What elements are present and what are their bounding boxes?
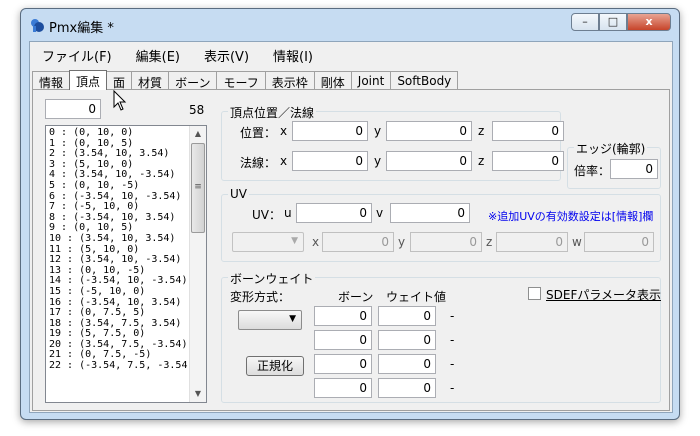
normal-y-label: y xyxy=(374,154,382,168)
app-window: Pmx編集 * – □ x ファイル(F) 編集(E) 表示(V) 情報(I) … xyxy=(20,8,680,420)
normal-x-input[interactable]: 0 xyxy=(292,151,368,171)
scroll-down-icon[interactable]: ▼ xyxy=(190,386,206,402)
ext-w-input: 0 xyxy=(584,232,654,252)
tab-display-frame[interactable]: 表示枠 xyxy=(264,71,315,90)
tab-info[interactable]: 情報 xyxy=(32,71,71,90)
uv-v-input[interactable]: 0 xyxy=(390,203,470,223)
menu-edit[interactable]: 編集(E) xyxy=(124,42,192,66)
vertex-index-input[interactable]: 0 xyxy=(45,99,101,119)
ext-y-label: y xyxy=(398,235,406,249)
tab-softbody[interactable]: SoftBody xyxy=(390,71,459,90)
weight-dash-1: - xyxy=(450,309,455,323)
edge-group: エッジ(輪郭) 倍率： 0 xyxy=(567,140,661,189)
normalize-button[interactable]: 正規化 xyxy=(246,356,304,376)
ext-x-label: x xyxy=(312,235,320,249)
position-x-input[interactable]: 0 xyxy=(292,121,368,141)
weight-dash-2: - xyxy=(450,333,455,347)
tab-strip: 情報 頂点 面 材質 ボーン モーフ 表示枠 剛体 Joint SoftBody xyxy=(32,70,459,90)
bone-index-input-1[interactable]: 0 xyxy=(314,306,372,326)
deform-type-label: 変形方式： xyxy=(230,290,291,304)
uv-v-label: v xyxy=(376,206,384,220)
vertex-list-item[interactable]: 15 : (-5, 10, 0) xyxy=(46,286,206,298)
edge-title: エッジ(輪郭) xyxy=(574,140,648,157)
tab-morph[interactable]: モーフ xyxy=(216,71,266,90)
weight-dash-4: - xyxy=(450,381,455,395)
uv-group: UV UV： u 0 v 0 ※追加UVの有効数設定は[情報]欄 ▼ x 0 y… xyxy=(221,187,661,262)
menu-bar: ファイル(F) 編集(E) 表示(V) 情報(I) xyxy=(30,42,672,66)
uv-title: UV xyxy=(228,187,249,201)
weight-dash-3: - xyxy=(450,357,455,371)
vertex-tab-panel: 0 58 0 : (0, 10, 0) 1 : (0, 10, 5) 2 : (3.… xyxy=(32,89,670,411)
normal-label: 法線： xyxy=(240,156,277,170)
position-z-label: z xyxy=(478,124,485,138)
position-x-label: x xyxy=(280,124,288,138)
sdef-checkbox[interactable] xyxy=(528,287,541,300)
tab-material[interactable]: 材質 xyxy=(131,71,170,90)
position-label: 位置： xyxy=(240,126,277,140)
edge-rate-label: 倍率： xyxy=(574,164,611,178)
title-bar[interactable]: Pmx編集 * – □ x xyxy=(21,9,679,39)
vertex-list-item[interactable]: 22 : (-3.54, 7.5, -3.54) xyxy=(46,360,206,372)
app-icon xyxy=(31,19,44,32)
position-normal-title: 頂点位置／法線 xyxy=(228,104,317,121)
mouse-cursor-icon xyxy=(113,90,127,111)
uv-u-input[interactable]: 0 xyxy=(296,203,372,223)
normal-y-input[interactable]: 0 xyxy=(386,151,472,171)
close-button[interactable]: x xyxy=(627,13,671,31)
weight-input-1[interactable]: 0 xyxy=(378,306,436,326)
menu-view[interactable]: 表示(V) xyxy=(192,42,261,66)
chevron-down-icon: ▼ xyxy=(289,314,296,324)
minimize-button[interactable]: – xyxy=(571,13,599,31)
tab-face[interactable]: 面 xyxy=(106,71,133,90)
edge-rate-input[interactable]: 0 xyxy=(610,159,658,179)
bone-weight-group: ボーンウェイト 変形方式： ボーン ウェイト値 ▼ 正規化 0 0 - 0 0 … xyxy=(221,270,661,403)
additional-uv-select: ▼ xyxy=(232,232,304,252)
weight-input-4[interactable]: 0 xyxy=(378,378,436,398)
ext-y-input: 0 xyxy=(410,232,482,252)
ext-x-input: 0 xyxy=(322,232,394,252)
vertex-list[interactable]: 0 : (0, 10, 0) 1 : (0, 10, 5) 2 : (3.54, 1… xyxy=(45,125,207,403)
bone-index-input-4[interactable]: 0 xyxy=(314,378,372,398)
window-controls: – □ x xyxy=(571,13,671,31)
tab-joint[interactable]: Joint xyxy=(350,71,392,90)
window-title: Pmx編集 * xyxy=(49,21,114,36)
chevron-down-icon: ▼ xyxy=(291,236,298,246)
position-z-input[interactable]: 0 xyxy=(492,121,564,141)
normal-x-label: x xyxy=(280,154,288,168)
vertex-count: 58 xyxy=(189,103,205,117)
tab-bone[interactable]: ボーン xyxy=(168,71,218,90)
position-y-label: y xyxy=(374,124,382,138)
ext-z-input: 0 xyxy=(496,232,568,252)
vertex-list-item[interactable]: 0 : (0, 10, 0) xyxy=(46,127,206,139)
sdef-label[interactable]: SDEFパラメータ表示 xyxy=(546,286,661,303)
position-normal-group: 頂点位置／法線 位置： x 0 y 0 z 0 法線： x 0 y 0 z 0 xyxy=(221,104,564,181)
client-area: ファイル(F) 編集(E) 表示(V) 情報(I) 情報 頂点 面 材質 ボーン… xyxy=(29,41,673,413)
uv-u-label: u xyxy=(284,206,292,220)
scroll-thumb[interactable]: ≡ xyxy=(191,143,205,233)
scroll-up-icon[interactable]: ▲ xyxy=(190,126,206,142)
tab-rigid-body[interactable]: 剛体 xyxy=(313,71,352,90)
menu-info[interactable]: 情報(I) xyxy=(261,42,325,66)
vertex-list-item[interactable]: 5 : (0, 10, -5) xyxy=(46,180,206,192)
bone-index-input-3[interactable]: 0 xyxy=(314,354,372,374)
additional-uv-note: ※追加UVの有効数設定は[情報]欄 xyxy=(488,210,654,223)
vertex-list-scrollbar[interactable]: ▲ ≡ ▼ xyxy=(189,126,206,402)
bone-index-input-2[interactable]: 0 xyxy=(314,330,372,350)
vertex-list-item[interactable]: 10 : (3.54, 10, 3.54) xyxy=(46,233,206,245)
bone-column-header: ボーン xyxy=(338,290,374,304)
position-y-input[interactable]: 0 xyxy=(386,121,472,141)
menu-file[interactable]: ファイル(F) xyxy=(30,42,124,66)
ext-w-label: w xyxy=(572,235,582,249)
ext-z-label: z xyxy=(486,235,493,249)
weight-input-3[interactable]: 0 xyxy=(378,354,436,374)
normal-z-input[interactable]: 0 xyxy=(492,151,564,171)
uv-label: UV： xyxy=(252,208,281,222)
maximize-button[interactable]: □ xyxy=(599,13,627,31)
deform-type-select[interactable]: ▼ xyxy=(238,310,302,330)
normal-z-label: z xyxy=(478,154,485,168)
weight-column-header: ウェイト値 xyxy=(386,290,447,304)
weight-input-2[interactable]: 0 xyxy=(378,330,436,350)
tab-vertex[interactable]: 頂点 xyxy=(69,70,108,90)
bone-weight-title: ボーンウェイト xyxy=(228,270,316,287)
